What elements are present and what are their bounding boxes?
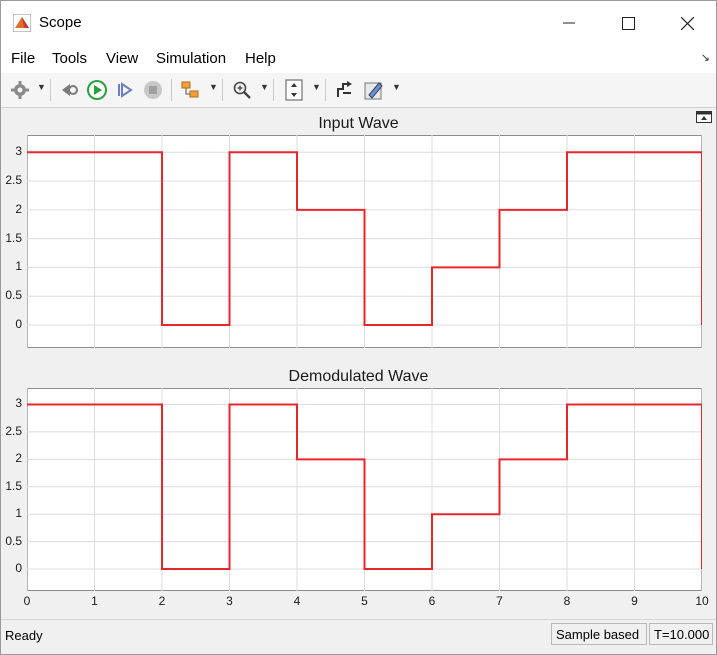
x-tick-label: 8 — [563, 594, 571, 608]
toolbar-separator — [325, 79, 326, 101]
chevron-down-icon[interactable]: ▼ — [209, 82, 218, 92]
highlight-block-button[interactable] — [179, 79, 201, 101]
axes-demodulated-wave[interactable] — [27, 388, 702, 591]
x-tick-label: 5 — [361, 594, 368, 608]
title-bar: Scope — [1, 1, 716, 45]
close-button[interactable] — [667, 9, 707, 37]
y-tick-label: 1 — [15, 259, 22, 274]
step-forward-button[interactable] — [114, 79, 136, 101]
menu-tools[interactable]: Tools — [52, 50, 87, 67]
minimize-icon — [563, 22, 575, 24]
menu-file[interactable]: File — [11, 50, 35, 67]
x-tick-label: 9 — [631, 594, 638, 608]
close-icon — [680, 16, 694, 30]
y-tick-label: 1.5 — [5, 478, 22, 493]
step-back-icon — [62, 84, 78, 96]
matlab-logo-icon — [13, 14, 31, 32]
x-tick-label: 0 — [23, 594, 31, 608]
edit-button[interactable] — [363, 79, 385, 101]
y-tick-label: 2 — [15, 451, 22, 466]
gear-icon — [11, 81, 29, 99]
status-bar: Ready Sample based T=10.000 — [1, 619, 716, 654]
y-tick-label: 2.5 — [5, 173, 22, 188]
y-tick-label: 2.5 — [5, 423, 22, 438]
toolbar-separator — [273, 79, 274, 101]
y-tick-label: 3 — [15, 144, 22, 159]
cursor-measure-button[interactable] — [334, 79, 356, 101]
toolbar-separator — [171, 79, 172, 101]
x-tick-label: 6 — [428, 594, 436, 608]
menu-view[interactable]: View — [106, 50, 138, 67]
toolbar-separator — [50, 79, 51, 101]
autoscale-button[interactable] — [283, 79, 305, 101]
x-tick-label: 3 — [226, 594, 233, 608]
menu-help[interactable]: Help — [245, 50, 276, 67]
run-icon — [87, 80, 107, 100]
stop-icon — [144, 81, 162, 99]
y-tick-label: 3 — [15, 396, 22, 411]
zoom-button[interactable] — [231, 79, 253, 101]
scope-display: Input Wave Demodulated Wave 0 0.5 1 1.5 2 2.5… — [1, 108, 716, 616]
toolbar: ▼ ▼ ▼ ▼ ▼ — [1, 73, 716, 108]
cursor-measure-icon — [337, 81, 352, 97]
x-tick-label: 1 — [91, 594, 98, 608]
menu-bar: File Tools View Simulation Help ↘ — [1, 45, 716, 73]
x-tick-label: 10 — [695, 594, 709, 608]
plot-canvas — [27, 135, 702, 348]
x-tick-label: 7 — [496, 594, 503, 608]
highlight-block-icon — [181, 81, 199, 98]
autoscale-icon — [285, 79, 303, 101]
step-forward-icon — [118, 82, 133, 98]
scope-window: Scope File Tools View Simulation Help ↘ … — [0, 0, 717, 655]
configuration-button[interactable] — [9, 79, 31, 101]
y-tick-label: 0.5 — [5, 288, 22, 303]
y-tick-label: 2 — [15, 201, 22, 216]
stop-button[interactable] — [142, 79, 164, 101]
toolbar-separator — [222, 79, 223, 101]
sample-mode-indicator: Sample based — [551, 623, 647, 645]
y-tick-label: 0 — [15, 561, 22, 576]
window-title: Scope — [39, 14, 82, 31]
plot-canvas — [27, 388, 702, 591]
minimize-button[interactable] — [549, 9, 589, 37]
chevron-down-icon[interactable]: ▼ — [312, 82, 321, 92]
y-tick-label: 0.5 — [5, 533, 22, 548]
toolstrip-collapse-icon[interactable]: ↘ — [701, 51, 710, 64]
step-back-button[interactable] — [58, 79, 80, 101]
x-tick-label: 4 — [293, 594, 301, 608]
plot-title: Input Wave — [318, 115, 399, 132]
edit-icon — [364, 82, 383, 100]
chevron-down-icon[interactable]: ▼ — [260, 82, 269, 92]
chevron-down-icon[interactable]: ▼ — [37, 82, 46, 92]
run-button[interactable] — [86, 79, 108, 101]
y-tick-label: 0 — [15, 316, 22, 331]
y-tick-label: 1 — [15, 506, 22, 521]
plot-title: Demodulated Wave — [288, 368, 429, 385]
maximize-icon — [621, 16, 635, 30]
status-text: Ready — [5, 628, 43, 643]
axes-input-wave[interactable] — [27, 135, 702, 348]
x-tick-label: 2 — [158, 594, 166, 608]
y-tick-label: 1.5 — [5, 230, 22, 245]
menu-simulation[interactable]: Simulation — [156, 50, 226, 67]
maximize-button[interactable] — [608, 9, 648, 37]
chevron-down-icon[interactable]: ▼ — [392, 82, 401, 92]
time-indicator: T=10.000 — [649, 623, 713, 645]
zoom-icon — [233, 81, 251, 99]
